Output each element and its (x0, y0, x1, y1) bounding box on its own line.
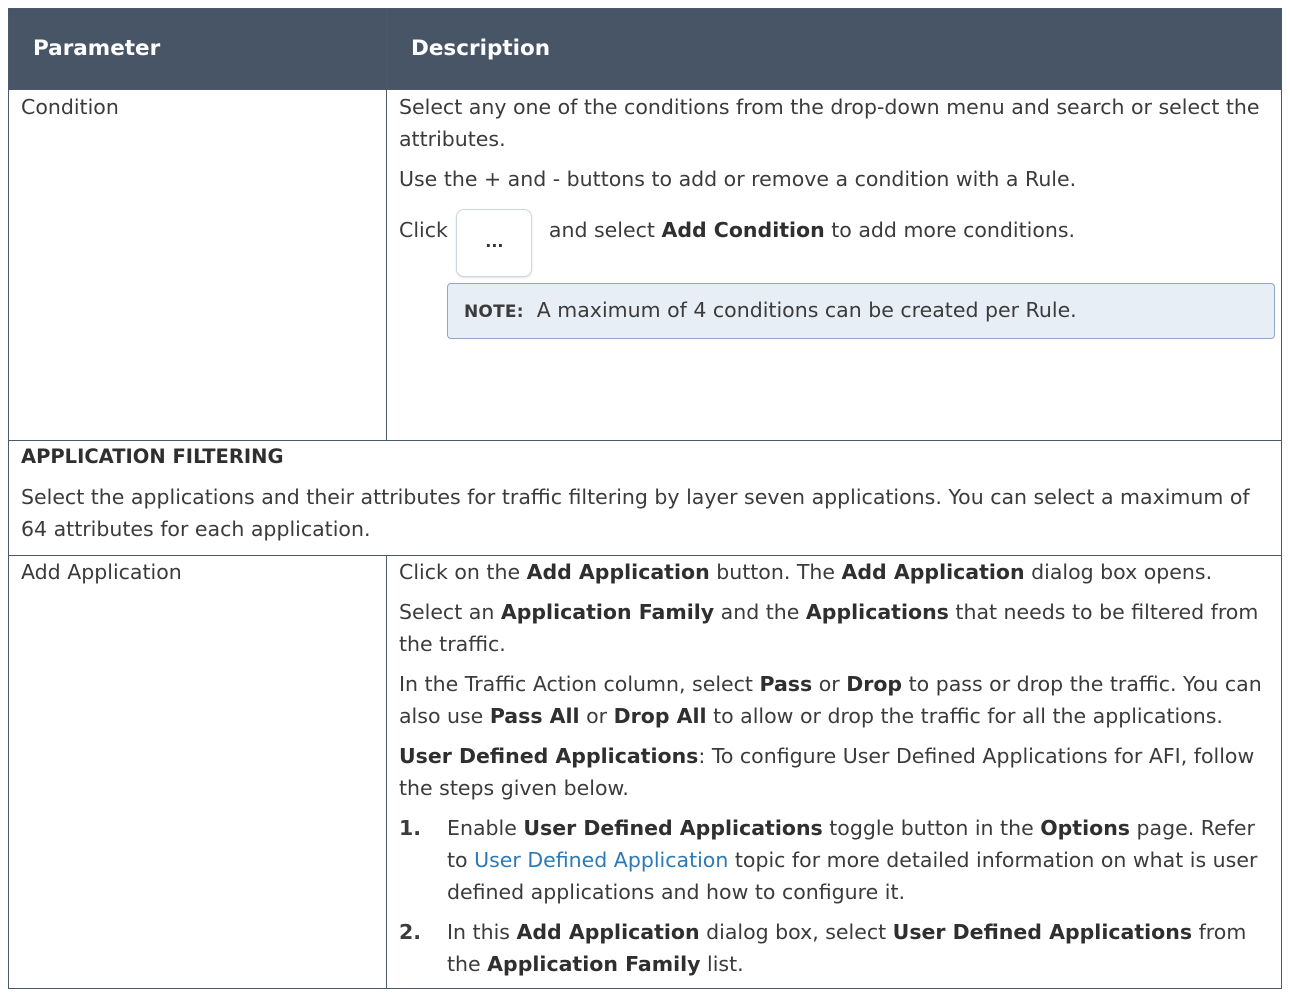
note-text: A maximum of 4 conditions can be created… (536, 298, 1077, 322)
section-description: Select the applications and their attrib… (21, 485, 1250, 541)
table-row-add-application: Add Application Click on the Add Applica… (8, 555, 1282, 989)
desc-add-application: Click on the Add Application button. The… (386, 555, 1282, 989)
list-item: 2. In this Add Application dialog box, se… (399, 916, 1269, 980)
note-box: NOTE: A maximum of 4 conditions can be c… (447, 283, 1275, 339)
section-title: APPLICATION FILTERING (21, 445, 284, 468)
add-app-text-4: User Defined Applications: To configure … (399, 740, 1269, 804)
param-add-application: Add Application (8, 555, 387, 989)
bold-run: Add Application (526, 560, 710, 584)
condition-text-1: Select any one of the conditions from th… (399, 95, 1260, 151)
bold-run: Add Application (841, 560, 1025, 584)
step-number: 1. (399, 816, 422, 840)
condition-click-line: Click ... and select Add Condition to ad… (399, 209, 1269, 277)
text-run: list. (700, 952, 744, 976)
table-row-condition: Condition Select any one of the conditio… (8, 89, 1282, 441)
desc-condition: Select any one of the conditions from th… (386, 89, 1282, 441)
bold-run: Applications (805, 600, 949, 624)
steps-list: 1. Enable User Defined Applications toggl… (399, 812, 1269, 980)
bold-run: Application Family (500, 600, 715, 624)
text-run: Select an (399, 600, 501, 624)
text-run: button. The (709, 560, 842, 584)
click-post-text: to add more conditions. (831, 218, 1076, 242)
add-app-text-3: In the Traffic Action column, select Pas… (399, 668, 1269, 732)
text-run: In this (447, 920, 517, 944)
add-app-text-2: Select an Application Family and the App… (399, 596, 1269, 660)
text-run: toggle button in the (822, 816, 1041, 840)
text-run: or (812, 672, 847, 696)
bold-run: Add Application (516, 920, 700, 944)
click-mid-text: and select (548, 218, 655, 242)
list-item: 1. Enable User Defined Applications toggl… (399, 812, 1269, 908)
header-parameter: Parameter (8, 8, 387, 90)
text-run: to allow or drop the traffic for all the… (706, 704, 1223, 728)
header-description: Description (386, 8, 1282, 90)
bold-run: Options (1040, 816, 1131, 840)
bold-run: Pass (759, 672, 813, 696)
text-run: and the (714, 600, 806, 624)
text-run: Click on the (399, 560, 527, 584)
add-condition-label: Add Condition (661, 218, 825, 242)
text-run: dialog box opens. (1024, 560, 1213, 584)
step-number: 2. (399, 920, 422, 944)
text-run: or (579, 704, 614, 728)
bold-run: User Defined Applications (523, 816, 823, 840)
bold-run: Drop (846, 672, 903, 696)
user-defined-application-link[interactable]: User Defined Application (474, 848, 728, 872)
param-condition: Condition (8, 89, 387, 441)
bold-run: User Defined Applications (399, 744, 699, 768)
note-label: NOTE: (464, 302, 524, 322)
bold-run: Pass All (489, 704, 580, 728)
table-header-row: Parameter Description (8, 8, 1282, 90)
click-pre-text: Click (399, 218, 448, 242)
condition-text-2: Use the + and - buttons to add or remove… (399, 167, 1077, 191)
parameter-table: Parameter Description Condition Select a… (8, 8, 1282, 989)
bold-run: Drop All (613, 704, 707, 728)
bold-run: User Defined Applications (892, 920, 1193, 944)
section-app-filtering: APPLICATION FILTERING Select the applica… (8, 440, 1282, 556)
text-run: In the Traffic Action column, select (399, 672, 760, 696)
text-run: dialog box, select (699, 920, 893, 944)
add-app-text-1: Click on the Add Application button. The… (399, 556, 1269, 588)
table-row-section-app-filtering: APPLICATION FILTERING Select the applica… (8, 440, 1282, 556)
bold-run: Application Family (487, 952, 701, 976)
text-run: Enable (447, 816, 524, 840)
more-options-button[interactable]: ... (456, 209, 533, 277)
